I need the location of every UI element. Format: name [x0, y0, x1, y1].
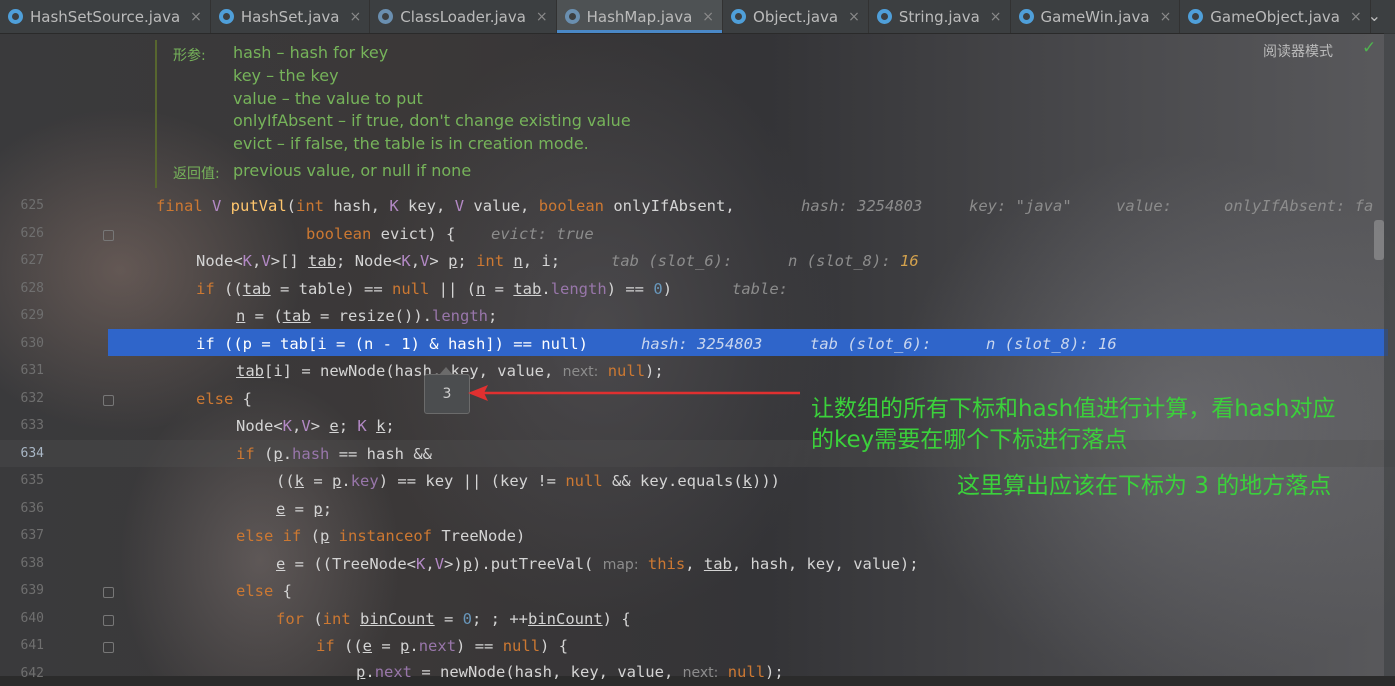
annotation-text: 的key需要在哪个下标进行落点 — [811, 427, 1128, 453]
annotation-text: 这里算出应该在下标为 3 的地方落点 — [957, 473, 1332, 499]
annotation-text: 让数组的所有下标和hash值进行计算，看hash对应 — [811, 396, 1336, 422]
annotation-arrow — [468, 385, 800, 401]
